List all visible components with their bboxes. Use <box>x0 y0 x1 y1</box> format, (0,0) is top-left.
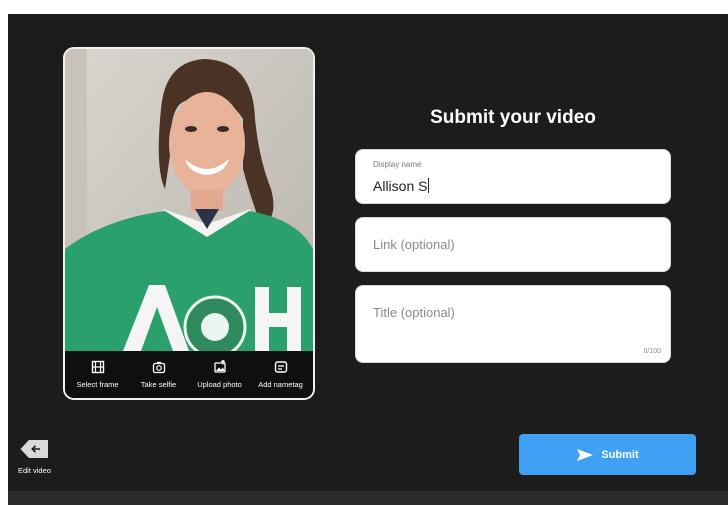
page-title: Submit your video <box>430 107 596 128</box>
submit-label: Submit <box>601 448 639 461</box>
add-nametag-label: Add nametag <box>258 380 303 389</box>
link-field[interactable]: Link (optional) <box>355 217 671 272</box>
display-name-label: Display name <box>373 160 422 169</box>
selfie-photo <box>65 49 313 351</box>
nametag-icon <box>274 361 287 373</box>
display-name-field[interactable]: Display name Allison S <box>355 149 671 204</box>
film-icon <box>91 360 104 374</box>
take-selfie-label: Take selfie <box>140 380 177 389</box>
submit-button[interactable]: Submit <box>519 434 696 475</box>
select-frame-button[interactable]: Select frame <box>68 360 128 389</box>
display-name-value: Allison S <box>373 178 430 194</box>
edit-video-button[interactable]: Edit video <box>18 440 51 475</box>
add-nametag-button[interactable]: Add nametag <box>251 360 311 389</box>
photo-toolbar: Select frame Take selfie Upload photo Ad… <box>65 351 313 398</box>
bottom-strip <box>8 491 728 505</box>
camera-icon <box>152 361 165 374</box>
take-selfie-button[interactable]: Take selfie <box>129 360 189 389</box>
edit-video-label: Edit video <box>18 466 51 475</box>
character-counter: 0/100 <box>643 348 661 355</box>
upload-photo-label: Upload photo <box>197 380 242 389</box>
link-placeholder: Link (optional) <box>373 237 455 252</box>
title-field[interactable]: Title (optional) 0/100 <box>355 285 671 363</box>
text-caret <box>428 178 430 193</box>
select-frame-label: Select frame <box>76 380 119 389</box>
display-name-text: Allison S <box>373 178 428 194</box>
send-icon <box>577 448 594 461</box>
photo-card: Select frame Take selfie Upload photo Ad… <box>63 47 315 400</box>
image-upload-icon <box>213 360 226 373</box>
upload-photo-button[interactable]: Upload photo <box>190 360 250 389</box>
back-arrow-icon <box>20 440 49 458</box>
title-placeholder: Title (optional) <box>373 305 455 320</box>
